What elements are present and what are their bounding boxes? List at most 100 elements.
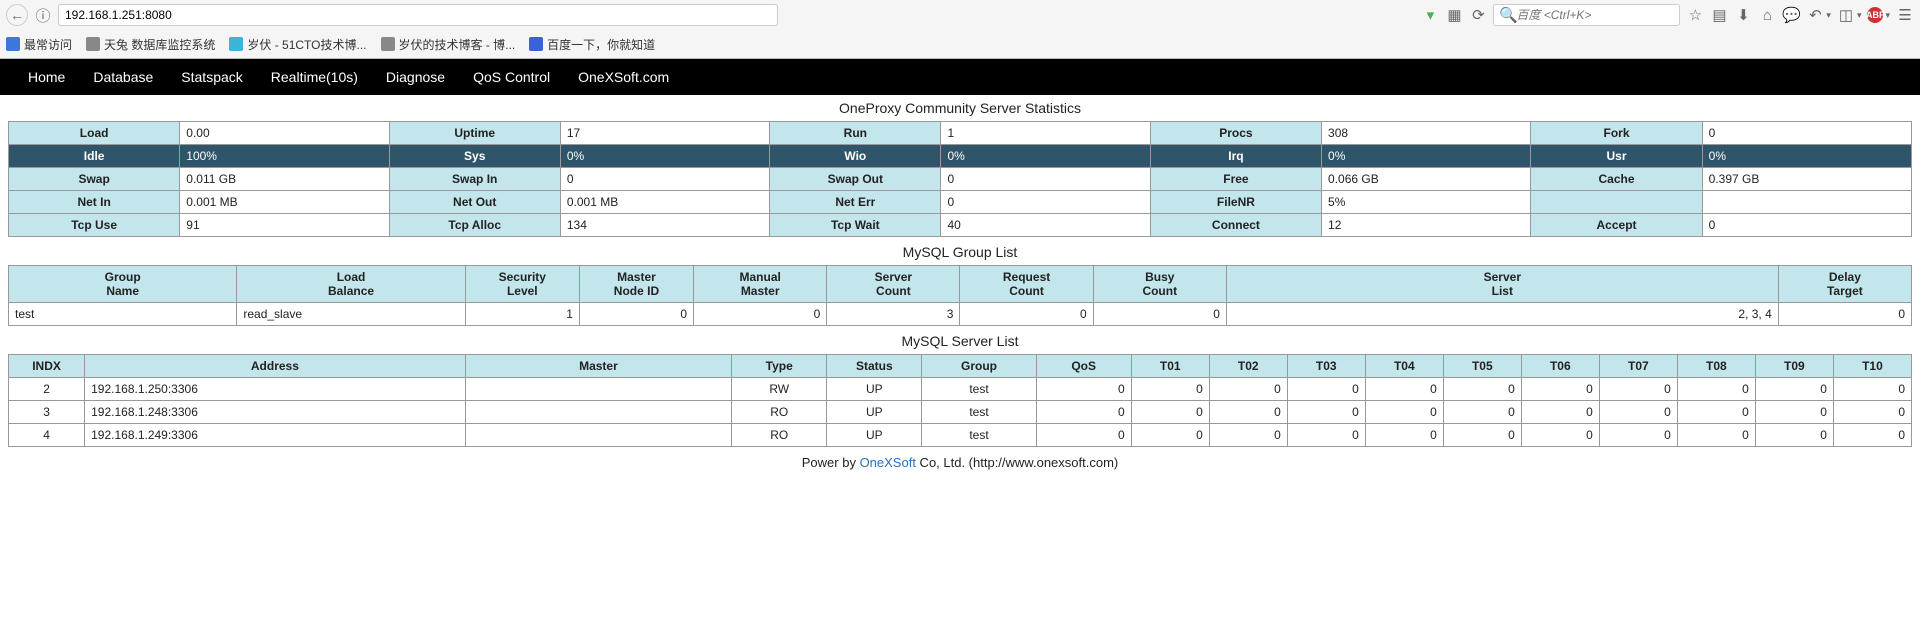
nav-realtime-10s-[interactable]: Realtime(10s) <box>257 59 372 95</box>
stats-key: Tcp Wait <box>770 214 941 237</box>
adblock-icon[interactable]: ABP <box>1867 7 1883 23</box>
stats-val: 0 <box>1702 214 1911 237</box>
chat-icon[interactable]: 💬 <box>1782 6 1800 24</box>
server-cell: 0 <box>1131 378 1209 401</box>
stats-val: 308 <box>1322 122 1531 145</box>
stats-key: Irq <box>1150 145 1321 168</box>
stats-key: Cache <box>1531 168 1702 191</box>
menu-icon[interactable]: ☰ <box>1896 6 1914 24</box>
group-cell: 0 <box>1778 303 1911 326</box>
server-col: Address <box>85 355 466 378</box>
server-col: T10 <box>1833 355 1911 378</box>
home-icon[interactable]: ⌂ <box>1758 7 1776 24</box>
server-cell: 0 <box>1287 424 1365 447</box>
server-cell: 0 <box>1755 378 1833 401</box>
nav-home[interactable]: Home <box>14 59 79 95</box>
group-title: MySQL Group List <box>0 239 1920 265</box>
group-header-row: GroupNameLoadBalanceSecurityLevelMasterN… <box>9 266 1912 303</box>
qr-icon[interactable]: ▦ <box>1445 6 1463 24</box>
undo-icon[interactable]: ↶ <box>1806 6 1824 24</box>
server-col: QoS <box>1036 355 1131 378</box>
download-icon[interactable]: ⬇ <box>1734 6 1752 24</box>
server-cell: 192.168.1.248:3306 <box>85 401 466 424</box>
footer-post: Co, Ltd. (http://www.onexsoft.com) <box>916 455 1118 470</box>
stats-key: Accept <box>1531 214 1702 237</box>
stats-key: Swap Out <box>770 168 941 191</box>
server-col: T09 <box>1755 355 1833 378</box>
reload-icon[interactable]: ⟳ <box>1469 6 1487 24</box>
stats-table: Load0.00Uptime17Run1Procs308Fork0Idle100… <box>8 121 1912 237</box>
server-header-row: INDXAddressMasterTypeStatusGroupQoST01T0… <box>9 355 1912 378</box>
server-cell: 0 <box>1209 424 1287 447</box>
nav-qos-control[interactable]: QoS Control <box>459 59 564 95</box>
shield-icon[interactable]: ▾ <box>1421 6 1439 24</box>
footer-link[interactable]: OneXSoft <box>860 455 916 470</box>
server-cell: 0 <box>1365 378 1443 401</box>
server-cell: 0 <box>1599 378 1677 401</box>
star-icon[interactable]: ☆ <box>1686 6 1704 24</box>
nav-database[interactable]: Database <box>79 59 167 95</box>
server-cell <box>465 378 731 401</box>
library-icon[interactable]: ▤ <box>1710 6 1728 24</box>
stats-val: 0 <box>941 191 1150 214</box>
url-input[interactable] <box>58 4 778 26</box>
nav-diagnose[interactable]: Diagnose <box>372 59 459 95</box>
server-cell: 0 <box>1755 401 1833 424</box>
stats-key: Idle <box>9 145 180 168</box>
stats-key: Swap In <box>389 168 560 191</box>
server-cell: 0 <box>1521 378 1599 401</box>
group-col: BusyCount <box>1093 266 1226 303</box>
group-col: ServerList <box>1226 266 1778 303</box>
server-cell: 0 <box>1131 424 1209 447</box>
bookmark-item[interactable]: 岁伏 - 51CTO技术博... <box>229 36 366 53</box>
stats-val: 40 <box>941 214 1150 237</box>
stats-val <box>1702 191 1911 214</box>
back-button[interactable]: ← <box>6 4 28 26</box>
stats-val: 0 <box>560 168 769 191</box>
bookmark-item[interactable]: 岁伏的技术博客 - 博... <box>381 36 516 53</box>
stats-val: 17 <box>560 122 769 145</box>
nav-onexsoft-com[interactable]: OneXSoft.com <box>564 59 683 95</box>
stats-val: 0.066 GB <box>1322 168 1531 191</box>
stats-val: 0% <box>1702 145 1911 168</box>
footer: Power by OneXSoft Co, Ltd. (http://www.o… <box>0 449 1920 476</box>
stats-val: 100% <box>180 145 389 168</box>
stats-key: Connect <box>1150 214 1321 237</box>
stats-val: 91 <box>180 214 389 237</box>
stats-val: 0 <box>941 168 1150 191</box>
stats-key: Procs <box>1150 122 1321 145</box>
bookmark-item[interactable]: 天兔 数据库监控系统 <box>86 36 215 53</box>
server-cell: 0 <box>1209 401 1287 424</box>
stats-row: Tcp Use91Tcp Alloc134Tcp Wait40Connect12… <box>9 214 1912 237</box>
server-cell: 3 <box>9 401 85 424</box>
browser-chrome: ← ⓘ ▾ ▦ ⟳ 🔍 ☆ ▤ ⬇ ⌂ 💬 ↶▾ ◫▾ ABP▾ ☰ 最常访问天… <box>0 0 1920 59</box>
bookmark-item[interactable]: 最常访问 <box>6 36 72 53</box>
server-cell: RO <box>732 424 827 447</box>
server-col: INDX <box>9 355 85 378</box>
nav-statspack[interactable]: Statspack <box>167 59 256 95</box>
stats-key <box>1531 191 1702 214</box>
info-icon[interactable]: ⓘ <box>34 5 52 26</box>
stats-key: Sys <box>389 145 560 168</box>
group-cell: test <box>9 303 237 326</box>
server-title: MySQL Server List <box>0 328 1920 354</box>
group-col: LoadBalance <box>237 266 465 303</box>
server-cell: 0 <box>1209 378 1287 401</box>
group-col: MasterNode ID <box>579 266 693 303</box>
server-cell: 0 <box>1365 424 1443 447</box>
server-cell: 0 <box>1833 378 1911 401</box>
group-cell: 0 <box>960 303 1093 326</box>
group-col: SecurityLevel <box>465 266 579 303</box>
server-row: 3192.168.1.248:3306ROUPtest00000000000 <box>9 401 1912 424</box>
bookmark-item[interactable]: 百度一下，你就知道 <box>529 36 655 53</box>
bookmarks-bar: 最常访问天兔 数据库监控系统岁伏 - 51CTO技术博... 岁伏的技术博客 - … <box>0 30 1920 58</box>
search-icon: 🔍 <box>1499 6 1517 24</box>
stats-key: Net Err <box>770 191 941 214</box>
server-cell: 0 <box>1677 401 1755 424</box>
stats-key: Load <box>9 122 180 145</box>
server-cell: 4 <box>9 424 85 447</box>
group-cell: 0 <box>694 303 827 326</box>
app-icon[interactable]: ◫ <box>1837 6 1855 24</box>
search-input[interactable] <box>1493 4 1680 26</box>
stats-row: Net In0.001 MBNet Out0.001 MBNet Err0Fil… <box>9 191 1912 214</box>
